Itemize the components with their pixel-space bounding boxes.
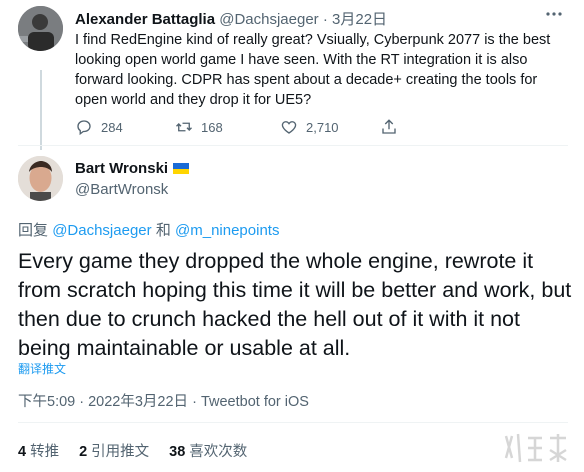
like-button[interactable]: 2,710 — [280, 116, 339, 138]
tweet-text: Every game they dropped the whole engine… — [18, 249, 572, 360]
more-horizontal-icon[interactable] — [544, 4, 564, 24]
avatar[interactable] — [18, 6, 63, 51]
tweet-timestamp[interactable]: 下午5:09 · 2022年3月22日 · Tweetbot for iOS — [18, 390, 309, 411]
likes-stat[interactable]: 38 喜欢次数 — [169, 440, 247, 461]
author-name[interactable]: Alexander Battaglia — [75, 11, 215, 28]
separator: · — [322, 11, 328, 28]
quotes-stat[interactable]: 2 引用推文 — [79, 440, 149, 461]
avatar-photo-icon — [18, 6, 63, 51]
divider — [18, 145, 568, 146]
retweet-button[interactable]: 168 — [175, 116, 223, 138]
translate-tweet-link[interactable]: 翻译推文 — [18, 360, 66, 377]
quotes-label: 引用推文 — [91, 444, 150, 460]
reply-prefix: 回复 — [18, 222, 49, 239]
retweets-label: 转推 — [30, 444, 60, 460]
avatar-photo-icon — [18, 156, 63, 201]
thread-connector-line — [40, 70, 42, 150]
heart-icon — [281, 121, 297, 134]
watermark-logo — [498, 428, 578, 468]
mention-link[interactable]: @m_ninepoints — [175, 222, 279, 239]
retweet-count: 168 — [201, 119, 223, 135]
retweets-stat[interactable]: 4 转推 — [18, 440, 59, 461]
retweet-icon — [176, 122, 192, 132]
author-name-row: Bart Wronski — [75, 160, 190, 177]
tweet-header: Alexander Battaglia @Dachsjaeger · 3月22日 — [75, 8, 387, 29]
retweets-number: 4 — [18, 444, 27, 460]
reply-button[interactable]: 284 — [75, 116, 123, 138]
author-handle[interactable]: @BartWronsk — [75, 181, 168, 198]
tweet-date[interactable]: 3月22日 — [332, 11, 387, 28]
quotes-number: 2 — [79, 444, 88, 460]
likes-number: 38 — [169, 444, 186, 460]
reply-icon — [77, 120, 91, 136]
author-name[interactable]: Bart Wronski — [75, 160, 168, 177]
likes-label: 喜欢次数 — [189, 444, 248, 460]
share-button[interactable] — [380, 116, 398, 138]
divider — [18, 422, 568, 423]
tweet-text: I find RedEngine kind of really great? V… — [75, 32, 551, 108]
ukraine-flag-icon — [173, 163, 190, 174]
avatar[interactable] — [18, 156, 63, 201]
reply-conjunction: 和 — [155, 222, 171, 239]
like-count: 2,710 — [306, 119, 339, 135]
tweet-stats: 4 转推 2 引用推文 38 喜欢次数 — [18, 440, 247, 461]
reply-count: 284 — [101, 119, 123, 135]
tweet-actions: 284 168 2,710 — [75, 116, 555, 138]
mention-link[interactable]: @Dachsjaeger — [52, 222, 151, 239]
author-handle[interactable]: @Dachsjaeger — [219, 11, 318, 28]
replying-to: 回复 @Dachsjaeger 和 @m_ninepoints — [18, 219, 279, 240]
share-icon — [382, 119, 396, 134]
